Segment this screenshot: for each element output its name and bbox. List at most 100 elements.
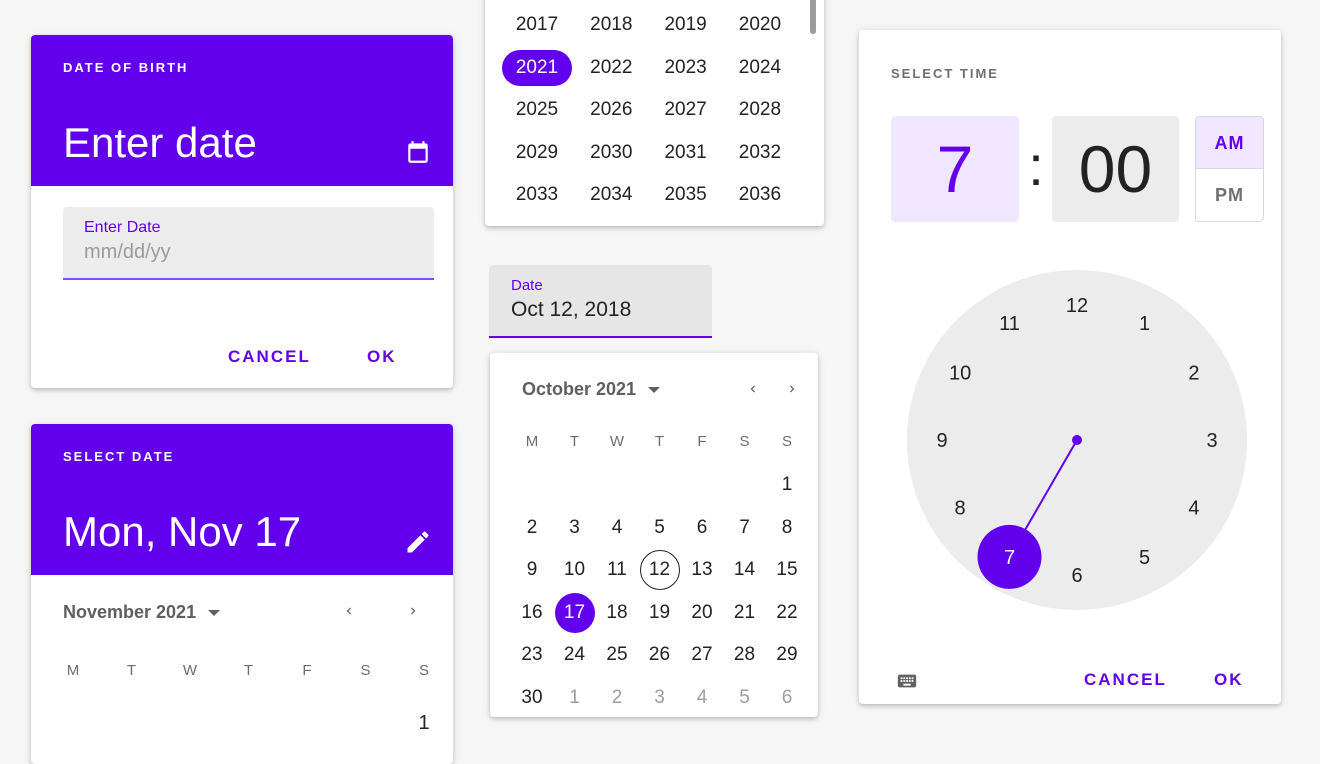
calendar-day[interactable]: 24 (555, 635, 595, 675)
clock-number[interactable]: 10 (949, 363, 971, 385)
calendar-day[interactable]: 3 (555, 508, 595, 548)
clock-number[interactable]: 9 (936, 430, 947, 452)
ok-button[interactable]: OK (367, 347, 397, 367)
year-option[interactable]: 2028 (725, 92, 795, 128)
year-option[interactable]: 2020 (725, 7, 795, 43)
calendar-day[interactable]: 10 (555, 550, 595, 590)
previous-month-button[interactable] (743, 378, 763, 400)
calendar-icon[interactable] (405, 139, 431, 165)
edit-icon[interactable] (404, 528, 432, 556)
dropdown-arrow-icon (648, 386, 661, 393)
year-option[interactable]: 2025 (502, 92, 572, 128)
calendar-day[interactable]: 7 (725, 508, 765, 548)
next-month-button[interactable] (782, 378, 802, 400)
calendar-day[interactable]: 6 (682, 508, 722, 548)
clock-dial[interactable]: 121234567891011 (907, 270, 1247, 610)
calendar-day[interactable]: 1 (555, 678, 595, 718)
year-option[interactable]: 2021 (502, 49, 572, 86)
calendar-day[interactable]: 13 (682, 550, 722, 590)
month-year-selector[interactable]: October 2021 (522, 379, 661, 400)
calendar-day[interactable]: 23 (512, 635, 552, 675)
calendar-day[interactable]: 17 (554, 592, 595, 633)
clock-number[interactable]: 2 (1188, 363, 1199, 385)
year-option[interactable]: 2027 (651, 92, 721, 128)
clock-number[interactable]: 3 (1206, 430, 1217, 452)
year-option[interactable]: 2033 (502, 177, 572, 213)
calendar-day[interactable]: 29 (767, 635, 807, 675)
clock-number[interactable]: 7 (1004, 547, 1015, 569)
pm-toggle[interactable]: PM (1196, 169, 1263, 221)
year-option[interactable]: 2018 (576, 7, 646, 43)
clock-number[interactable]: 1 (1139, 313, 1150, 335)
calendar-day[interactable]: 1 (409, 712, 439, 735)
calendar-day[interactable]: 27 (682, 635, 722, 675)
year-option[interactable]: 2036 (725, 177, 795, 213)
calendar-day[interactable]: 6 (767, 678, 807, 718)
calendar-day[interactable]: 21 (725, 593, 765, 633)
calendar-day[interactable]: 18 (597, 593, 637, 633)
weekday-header: T (126, 662, 137, 679)
previous-month-button[interactable] (339, 600, 359, 622)
month-label: October 2021 (522, 379, 637, 399)
period-selector: AM PM (1195, 116, 1264, 222)
calendar-day[interactable]: 5 (725, 678, 765, 718)
month-year-selector[interactable]: November 2021 (63, 602, 221, 623)
year-option[interactable]: 2031 (651, 135, 721, 171)
year-option[interactable]: 2026 (576, 92, 646, 128)
enter-date-input[interactable] (84, 241, 404, 264)
calendar-day[interactable]: 22 (767, 593, 807, 633)
calendar-day[interactable]: 4 (682, 678, 722, 718)
clock-number[interactable]: 11 (999, 313, 1020, 335)
calendar-day[interactable]: 16 (512, 593, 552, 633)
calendar-day[interactable]: 4 (597, 508, 637, 548)
year-option[interactable]: 2023 (651, 50, 721, 86)
calendar-day[interactable]: 3 (640, 678, 680, 718)
year-option[interactable]: 2024 (725, 50, 795, 86)
year-option[interactable]: 2035 (651, 177, 721, 213)
date-field[interactable]: Date Oct 12, 2018 (489, 265, 712, 338)
ok-button[interactable]: OK (1214, 670, 1244, 690)
calendar-day[interactable]: 1 (767, 465, 807, 505)
calendar-day[interactable]: 19 (640, 593, 680, 633)
calendar-day[interactable]: 9 (512, 550, 552, 590)
october-calendar-popup: October 2021 MTWTFSS 1 2 3 4 5 6 7 8 9 10 11 12 13 14… (490, 353, 818, 717)
calendar-day[interactable]: 15 (767, 550, 807, 590)
year-option[interactable]: 2029 (502, 135, 572, 171)
enter-date-field[interactable]: Enter Date (63, 207, 434, 280)
calendar-day[interactable]: 5 (640, 508, 680, 548)
clock-number[interactable]: 12 (1066, 295, 1088, 317)
scrollbar[interactable] (810, 0, 816, 34)
calendar-day[interactable]: 12 (639, 550, 680, 590)
calendar-day[interactable]: 2 (597, 678, 637, 718)
cancel-button[interactable]: CANCEL (1084, 670, 1167, 690)
cancel-button[interactable]: CANCEL (228, 347, 311, 367)
am-toggle[interactable]: AM (1196, 117, 1263, 169)
clock-number[interactable]: 4 (1188, 498, 1199, 520)
clock-number[interactable]: 6 (1071, 565, 1082, 587)
chevron-right-icon (790, 385, 795, 393)
year-option[interactable]: 2034 (576, 177, 646, 213)
year-option[interactable]: 2019 (651, 7, 721, 43)
calendar-day[interactable]: 8 (767, 508, 807, 548)
calendar-day[interactable]: 26 (640, 635, 680, 675)
next-month-button[interactable] (403, 600, 423, 622)
clock-number[interactable]: 5 (1139, 547, 1150, 569)
minute-input[interactable]: 00 (1052, 116, 1179, 222)
calendar-day[interactable]: 11 (597, 550, 637, 590)
date-field-value[interactable]: Oct 12, 2018 (511, 298, 631, 322)
year-option[interactable]: 2032 (725, 135, 795, 171)
calendar-day[interactable]: 14 (725, 550, 765, 590)
calendar-day[interactable]: 20 (682, 593, 722, 633)
year-option[interactable]: 2030 (576, 135, 646, 171)
calendar-day[interactable]: 2 (512, 508, 552, 548)
hour-input[interactable]: 7 (891, 116, 1019, 222)
keyboard-icon[interactable] (893, 670, 921, 692)
year-option[interactable]: 2022 (576, 50, 646, 86)
calendar-day[interactable]: 25 (597, 635, 637, 675)
weekday-header: T (569, 433, 580, 450)
calendar-day[interactable]: 28 (725, 635, 765, 675)
calendar-day[interactable]: 30 (512, 678, 552, 718)
clock-number[interactable]: 8 (955, 498, 966, 520)
year-option[interactable]: 2017 (502, 7, 572, 43)
weekday-header: F (697, 433, 707, 450)
